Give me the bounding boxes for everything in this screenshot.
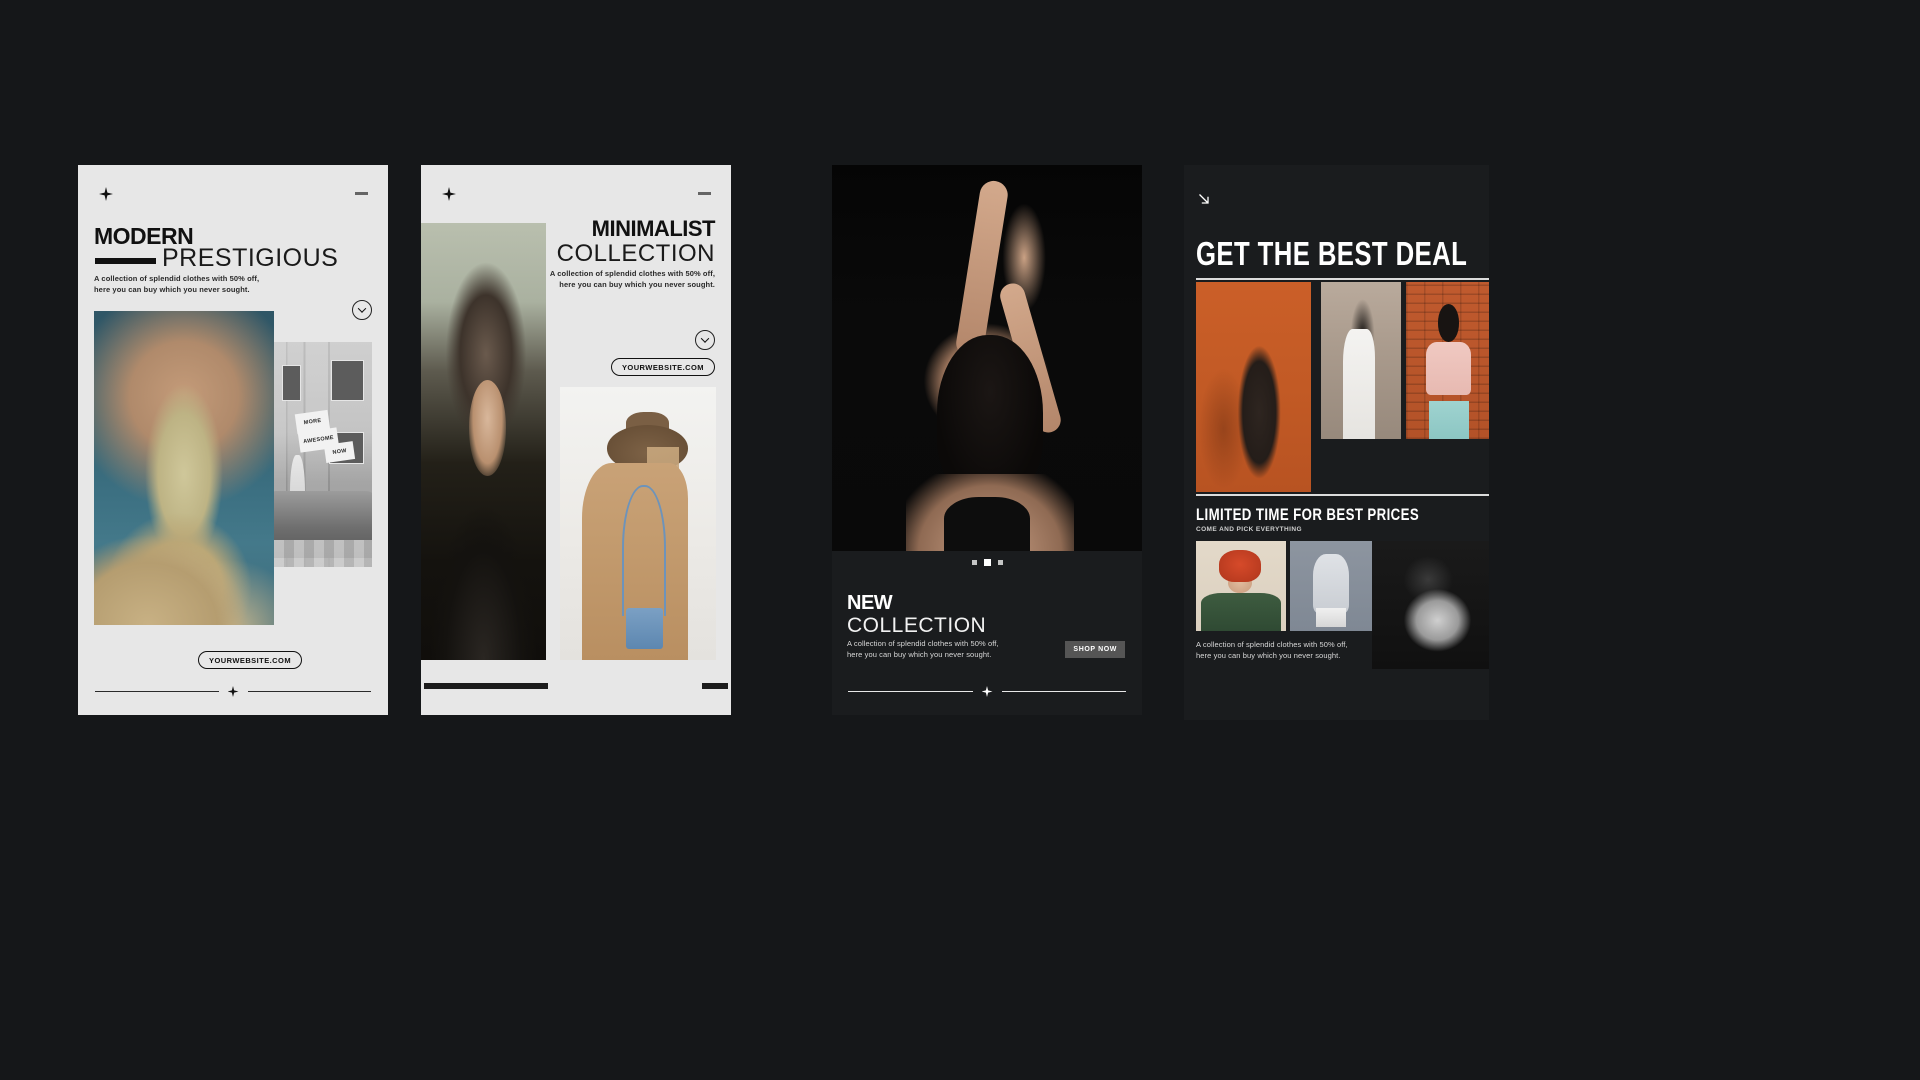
card2-star-icon bbox=[442, 187, 456, 201]
card1-title-thin: PRESTIGIOUS bbox=[162, 244, 339, 272]
card2-scroll-down-button[interactable] bbox=[695, 330, 715, 350]
story-card-minimalist-collection[interactable]: MINIMALIST COLLECTION A collection of sp… bbox=[421, 165, 731, 715]
card4-image-man-grey-hoodie bbox=[1290, 541, 1372, 631]
card4-image-woman-white-outfit bbox=[1321, 282, 1401, 439]
card2-description: A collection of splendid clothes with 50… bbox=[549, 269, 715, 289]
card4-description: A collection of splendid clothes with 50… bbox=[1196, 640, 1348, 660]
card3-image-woman-arms-raised bbox=[832, 165, 1142, 551]
story-card-new-collection[interactable]: NEW COLLECTION A collection of splendid … bbox=[832, 165, 1142, 715]
card4-image-woman-orange-backdrop bbox=[1196, 282, 1311, 492]
carousel-dot-1[interactable] bbox=[971, 560, 977, 565]
card1-star-icon bbox=[99, 187, 113, 201]
card2-dash-icon bbox=[698, 192, 711, 195]
card2-image-dark-portrait bbox=[421, 223, 546, 660]
arrow-down-right-icon[interactable] bbox=[1196, 191, 1212, 207]
carousel-dot-2-active[interactable] bbox=[983, 559, 991, 566]
divider-star-icon bbox=[981, 686, 993, 697]
card4-title: GET THE BEST DEAL bbox=[1196, 235, 1468, 272]
card3-description: A collection of splendid clothes with 50… bbox=[847, 639, 999, 659]
card3-title-thin: COLLECTION bbox=[847, 614, 987, 637]
divider-line-right bbox=[247, 691, 371, 692]
card4-rule-top bbox=[1196, 278, 1489, 280]
divider-line-left bbox=[95, 691, 219, 692]
card1-image-woman-olive-dress bbox=[94, 311, 274, 625]
card1-dash-icon bbox=[355, 192, 368, 195]
card2-website-badge[interactable]: YOURWEBSITE.COM bbox=[610, 358, 715, 376]
card4-subtitle-heading: LIMITED TIME FOR BEST PRICES bbox=[1196, 505, 1420, 524]
card4-image-bw-bare-shoulder bbox=[1372, 541, 1489, 669]
card3-carousel-dots[interactable] bbox=[832, 559, 1142, 566]
chevron-down-icon bbox=[357, 304, 367, 313]
card1-website-badge[interactable]: YOURWEBSITE.COM bbox=[198, 651, 303, 669]
chevron-down-icon bbox=[700, 334, 710, 343]
divider-line-left bbox=[848, 691, 973, 692]
card4-rule-middle bbox=[1196, 494, 1489, 496]
card2-footer-bar-right bbox=[702, 683, 728, 689]
divider-star-icon bbox=[227, 686, 239, 697]
card4-image-woman-red-hat bbox=[1196, 541, 1286, 631]
card1-title-rule bbox=[95, 258, 156, 264]
carousel-dot-3[interactable] bbox=[997, 560, 1003, 565]
card1-footer-divider bbox=[95, 686, 371, 697]
card4-subtitle-text: COME AND PICK EVERYTHING bbox=[1196, 526, 1302, 533]
card3-footer-divider bbox=[848, 686, 1126, 697]
card3-title-bold: NEW bbox=[847, 592, 893, 614]
story-card-modern-prestigious[interactable]: MODERN PRESTIGIOUS A collection of splen… bbox=[78, 165, 388, 715]
poster-canvas: MODERN PRESTIGIOUS A collection of splen… bbox=[0, 0, 1920, 1080]
card2-image-woman-brown-hat bbox=[560, 387, 716, 660]
card3-shop-now-button[interactable]: SHOP NOW bbox=[1065, 641, 1125, 658]
card1-image-bw-street-scene: MORE AWESOME NOW bbox=[274, 342, 372, 567]
card2-title-bold: MINIMALIST bbox=[591, 216, 716, 241]
card4-image-woman-pink-top-brick bbox=[1406, 282, 1489, 439]
card1-scroll-down-button[interactable] bbox=[352, 300, 372, 320]
card2-footer-bar-left bbox=[424, 683, 548, 689]
card1-description: A collection of splendid clothes with 50… bbox=[94, 274, 260, 294]
story-card-get-the-best-deal[interactable]: GET THE BEST DEAL LIMITED TIME FOR BEST … bbox=[1184, 165, 1489, 720]
divider-line-right bbox=[1001, 691, 1126, 692]
card2-title-thin: COLLECTION bbox=[556, 240, 715, 267]
